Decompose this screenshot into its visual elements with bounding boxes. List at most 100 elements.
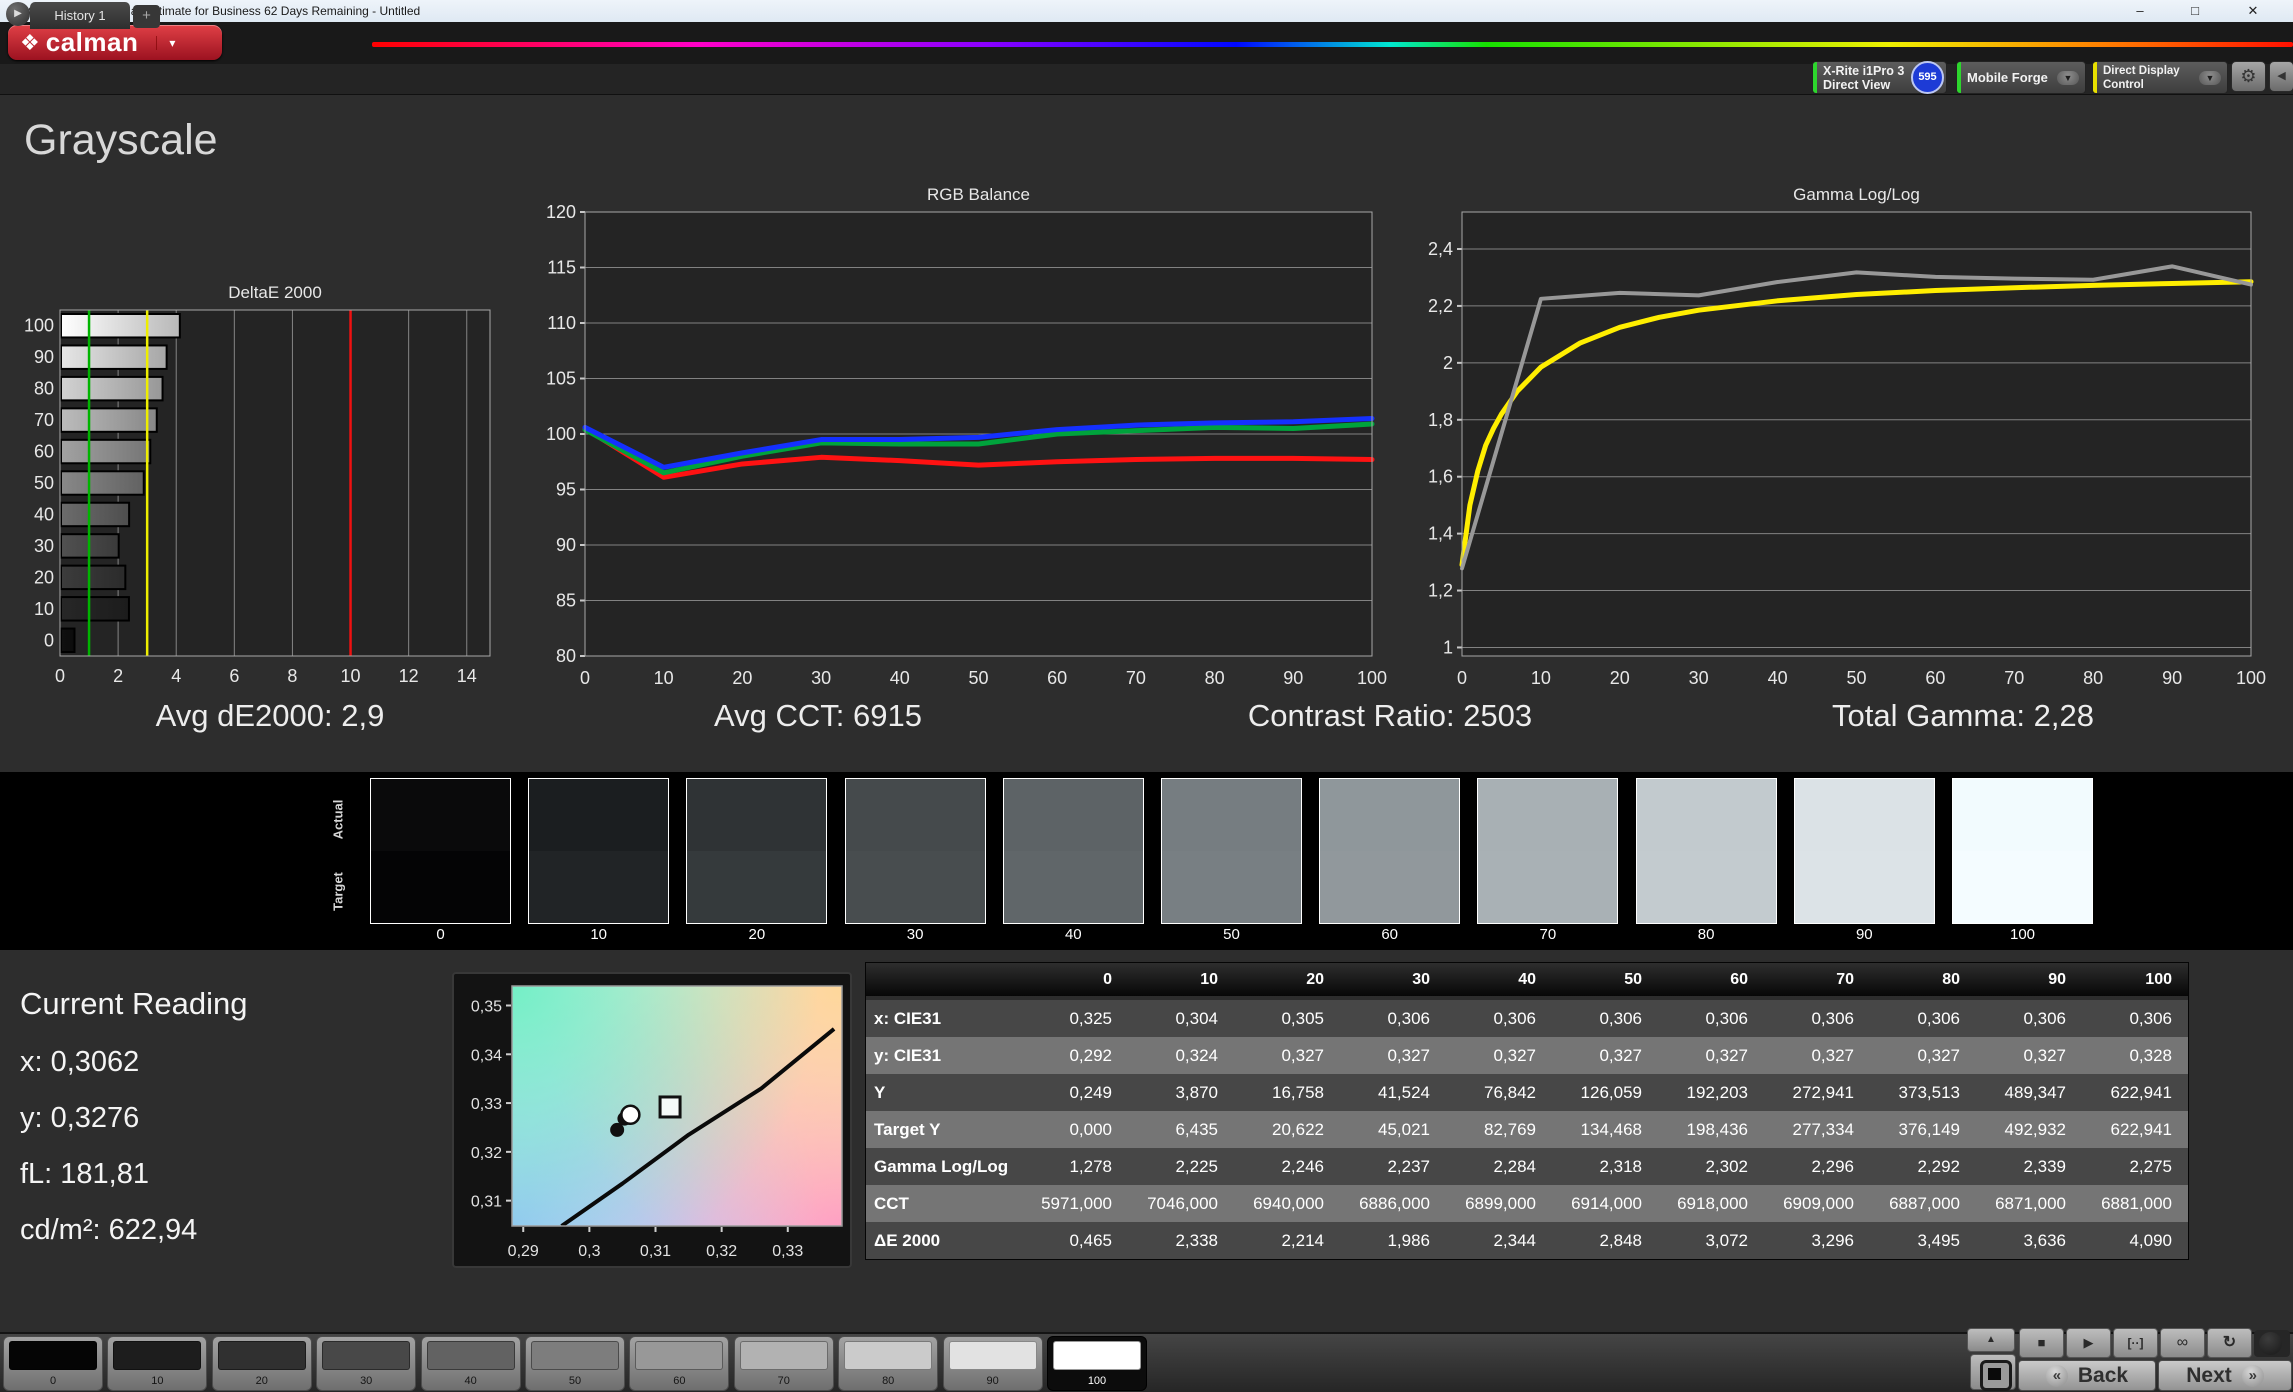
table-row-label: Y — [866, 1074, 1022, 1111]
chevron-down-icon[interactable]: ▼ — [2199, 71, 2221, 85]
table-cell: 622,941 — [2082, 1111, 2188, 1148]
next-button-label: Next — [2186, 1364, 2232, 1388]
patch-label: 0 — [4, 1375, 102, 1387]
swatch-actual — [687, 779, 826, 851]
table-cell: 2,214 — [1234, 1222, 1340, 1259]
table-column-header: 40 — [1446, 963, 1552, 996]
refresh-icon: ↻ — [2223, 1334, 2236, 1351]
table-cell: 0,000 — [1022, 1111, 1128, 1148]
patch-swatch — [531, 1341, 619, 1370]
table-cell: 3,870 — [1128, 1074, 1234, 1111]
table-cell: 0,327 — [1552, 1037, 1658, 1074]
table-cell: 0,306 — [1976, 1000, 2082, 1037]
table-cell: 2,225 — [1128, 1148, 1234, 1185]
cie-chart: 0,310,320,330,340,350,290,30,310,320,33 — [452, 972, 856, 1272]
table-column-header: 60 — [1658, 963, 1764, 996]
back-button[interactable]: « Back — [2018, 1360, 2156, 1391]
chevron-down-icon[interactable]: ▾ — [156, 36, 175, 50]
svg-text:60: 60 — [1925, 668, 1945, 688]
svg-text:0: 0 — [580, 668, 590, 688]
pattern-patch-button-60[interactable]: 60 — [629, 1336, 729, 1391]
pattern-patch-button-20[interactable]: 20 — [212, 1336, 312, 1391]
table-cell: 0,306 — [1870, 1000, 1976, 1037]
svg-text:40: 40 — [1768, 668, 1788, 688]
pattern-patch-button-90[interactable]: 90 — [943, 1336, 1043, 1391]
table-cell: 0,306 — [1764, 1000, 1870, 1037]
tab-history-1[interactable]: History 1 — [30, 2, 130, 29]
display-control-dropdown[interactable]: Direct Display Control ▼ — [2092, 61, 2228, 94]
table-cell: 2,237 — [1340, 1148, 1446, 1185]
table-column-header: 100 — [2082, 963, 2188, 996]
deltae2000-chart: DeltaE 200010090807060504030201000246810… — [8, 276, 508, 690]
gamma-loglog-chart: Gamma Log/Log11,21,41,61,822,22,40102030… — [1396, 182, 2276, 694]
svg-text:115: 115 — [547, 258, 576, 278]
pattern-patch-button-50[interactable]: 50 — [525, 1336, 625, 1391]
close-button[interactable]: ✕ — [2230, 0, 2276, 22]
swatch-level-label: 80 — [1636, 926, 1777, 943]
table-cell: 376,149 — [1870, 1111, 1976, 1148]
calman-logo-menu[interactable]: ❖ calman ▾ — [8, 25, 222, 60]
pattern-patch-button-70[interactable]: 70 — [734, 1336, 834, 1391]
table-cell: 0,292 — [1022, 1037, 1128, 1074]
swatch-target — [1162, 851, 1301, 923]
swatch-actual — [1004, 779, 1143, 851]
refresh-button[interactable]: ↻ — [2207, 1328, 2252, 1358]
rgb-balance-chart: RGB Balance80859095100105110115120010203… — [520, 182, 1392, 694]
swatch-target — [687, 851, 826, 923]
table-cell: 0,465 — [1022, 1222, 1128, 1259]
pattern-patch-button-80[interactable]: 80 — [838, 1336, 938, 1391]
swatch-level-label: 30 — [845, 926, 986, 943]
pattern-window-button[interactable] — [1970, 1354, 2016, 1390]
grayscale-swatch-20 — [686, 778, 827, 924]
pattern-patch-button-0[interactable]: 0 — [3, 1336, 103, 1391]
pattern-patch-button-40[interactable]: 40 — [421, 1336, 521, 1391]
svg-text:60: 60 — [34, 442, 54, 462]
interval-icon: [··] — [2128, 1336, 2144, 1350]
table-cell: 5971,000 — [1022, 1185, 1128, 1222]
collapse-panel-button[interactable]: ◀ — [2269, 61, 2293, 92]
target-row-label: Target — [331, 857, 346, 927]
stop-measure-button[interactable]: ■ — [2019, 1328, 2064, 1358]
swatch-target — [1004, 851, 1143, 923]
minimize-button[interactable]: – — [2117, 0, 2163, 22]
continuous-measure-button[interactable]: ∞ — [2160, 1328, 2205, 1358]
avg-cct-summary: Avg CCT: 6915 — [714, 698, 922, 734]
patch-swatch — [218, 1341, 306, 1370]
table-cell: 0,304 — [1128, 1000, 1234, 1037]
maximize-button[interactable]: □ — [2172, 0, 2218, 22]
pattern-patch-button-10[interactable]: 10 — [107, 1336, 207, 1391]
swatch-target — [1795, 851, 1934, 923]
swatch-level-label: 60 — [1319, 926, 1460, 943]
svg-text:90: 90 — [2162, 668, 2182, 688]
patch-label: 10 — [108, 1375, 206, 1387]
swatch-actual — [1478, 779, 1617, 851]
calman-diamond-icon: ❖ — [20, 30, 40, 56]
table-cell: 6918,000 — [1658, 1185, 1764, 1222]
pattern-source-dropdown[interactable]: Mobile Forge ▼ — [1956, 61, 2086, 94]
table-cell: 2,246 — [1234, 1148, 1340, 1185]
add-tab-button[interactable]: + — [133, 5, 160, 28]
table-cell: 489,347 — [1976, 1074, 2082, 1111]
next-button[interactable]: Next » — [2158, 1360, 2292, 1391]
pattern-patch-button-30[interactable]: 30 — [316, 1336, 416, 1391]
table-row-label: Gamma Log/Log — [866, 1148, 1022, 1185]
svg-text:RGB Balance: RGB Balance — [927, 185, 1030, 204]
svg-text:20: 20 — [1610, 668, 1630, 688]
history-play-button[interactable]: ▶ — [6, 2, 30, 26]
settings-button[interactable]: ⚙ — [2231, 61, 2266, 92]
chevron-down-icon[interactable]: ▼ — [2057, 71, 2079, 85]
svg-text:70: 70 — [34, 410, 54, 430]
status-led-icon — [2259, 1332, 2282, 1355]
pattern-patch-button-100[interactable]: 100 — [1047, 1336, 1147, 1391]
single-measure-button[interactable]: ▶ — [2066, 1328, 2111, 1358]
expand-patch-tray-button[interactable]: ▲ — [1967, 1328, 2015, 1352]
svg-text:0: 0 — [44, 630, 54, 650]
table-cell: 2,338 — [1128, 1222, 1234, 1259]
interval-measure-button[interactable]: [··] — [2113, 1328, 2158, 1358]
patch-swatch — [113, 1341, 201, 1370]
table-row-label: y: CIE31 — [866, 1037, 1022, 1074]
svg-text:10: 10 — [654, 668, 674, 688]
grayscale-swatch-50 — [1161, 778, 1302, 924]
table-cell: 0,306 — [1552, 1000, 1658, 1037]
table-cell: 0,324 — [1128, 1037, 1234, 1074]
